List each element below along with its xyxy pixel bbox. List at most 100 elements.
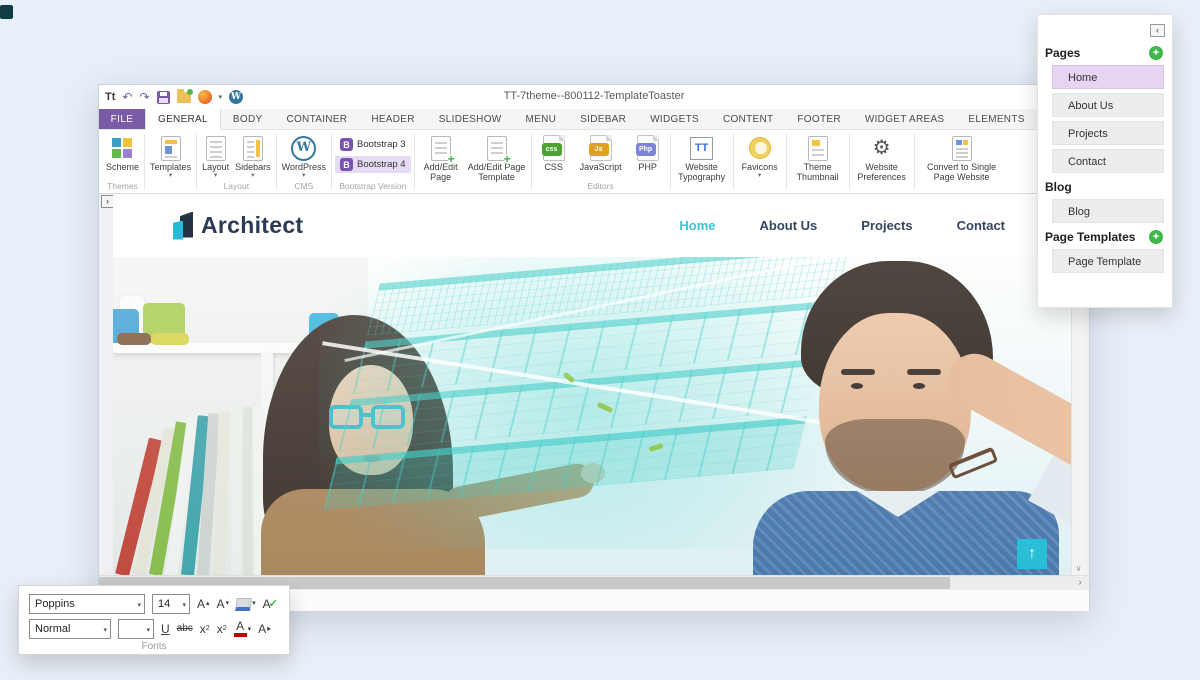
tab-file[interactable]: FILE bbox=[99, 109, 145, 129]
group-label-layout: Layout bbox=[200, 181, 273, 193]
subscript-button[interactable]: x2 bbox=[200, 622, 210, 636]
sidebars-icon bbox=[243, 136, 263, 161]
ribbon-group-themes: Scheme Themes bbox=[101, 131, 144, 193]
page-item-about-us[interactable]: About Us bbox=[1052, 93, 1164, 117]
nav-projects[interactable]: Projects bbox=[861, 218, 912, 233]
font-family-select[interactable]: Poppins ▾ bbox=[29, 594, 145, 614]
blog-section-header: Blog bbox=[1038, 177, 1172, 199]
page-item-page-template[interactable]: Page Template bbox=[1052, 249, 1164, 273]
tab-widgets[interactable]: WIDGETS bbox=[638, 109, 711, 129]
nav-about-us[interactable]: About Us bbox=[760, 218, 818, 233]
php-editor-button[interactable]: Php PHP bbox=[629, 133, 667, 172]
convert-page-icon bbox=[952, 136, 972, 161]
tab-sidebar[interactable]: SIDEBAR bbox=[568, 109, 638, 129]
hero-image: ↑ bbox=[113, 257, 1071, 575]
sidebars-button[interactable]: Sidebars ▾ bbox=[233, 133, 273, 178]
typography-icon: TT bbox=[690, 137, 713, 160]
dropdown-arrow-icon: ▾ bbox=[758, 173, 761, 178]
page-item-home[interactable]: Home bbox=[1052, 65, 1164, 89]
nav-contact[interactable]: Contact bbox=[957, 218, 1005, 233]
add-page-template-button[interactable]: + bbox=[1149, 230, 1163, 244]
bootstrap-icon: B bbox=[340, 138, 353, 151]
page-item-contact[interactable]: Contact bbox=[1052, 149, 1164, 173]
pages-section-title: Pages bbox=[1045, 46, 1080, 60]
ribbon-toolbar: Scheme Themes Templates ▾ bbox=[99, 130, 1089, 194]
shrink-font-button[interactable]: A▾ bbox=[217, 597, 230, 611]
ribbon-group-layout: Layout ▾ Sidebars ▾ Layout bbox=[197, 131, 276, 193]
tab-footer[interactable]: FOOTER bbox=[785, 109, 852, 129]
ribbon-tab-strip: FILE GENERAL BODY CONTAINER HEADER SLIDE… bbox=[99, 109, 1089, 130]
add-edit-page-template-button[interactable]: + Add/Edit Page Template bbox=[466, 133, 528, 182]
tab-body[interactable]: BODY bbox=[221, 109, 275, 129]
add-page-button[interactable]: + bbox=[1149, 46, 1163, 60]
scroll-to-top-button[interactable]: ↑ bbox=[1017, 539, 1047, 569]
templatetoaster-window: Tt ↶ ↷ ▾ W TT-7theme--800112-TemplateToa… bbox=[98, 84, 1090, 611]
group-label-editors: Editors bbox=[535, 181, 667, 193]
combo-dropdown-icon: ▾ bbox=[103, 626, 107, 634]
desktop-background: Tt ↶ ↷ ▾ W TT-7theme--800112-TemplateToa… bbox=[0, 0, 1200, 680]
titlebar: Tt ↶ ↷ ▾ W TT-7theme--800112-TemplateToa… bbox=[99, 85, 1089, 109]
php-file-icon: Php bbox=[637, 135, 659, 161]
change-case-button[interactable]: A▸ bbox=[258, 622, 271, 636]
javascript-editor-button[interactable]: Js JavaScript bbox=[575, 133, 627, 172]
tab-slideshow[interactable]: SLIDESHOW bbox=[427, 109, 514, 129]
tab-widget-areas[interactable]: WIDGET AREAS bbox=[853, 109, 957, 129]
font-size-select[interactable]: 14 ▾ bbox=[152, 594, 190, 614]
page-item-blog[interactable]: Blog bbox=[1052, 199, 1164, 223]
grow-font-button[interactable]: A▴ bbox=[197, 597, 210, 611]
ribbon-group-convert: Convert to Single Page Website bbox=[915, 131, 1009, 193]
templates-button[interactable]: Templates ▾ bbox=[148, 133, 193, 178]
highlight-color-button[interactable]: ▾ bbox=[236, 597, 256, 611]
add-template-icon: + bbox=[487, 136, 507, 161]
favicons-button[interactable]: Favicons ▾ bbox=[737, 133, 783, 178]
website-preview: Architect Home About Us Projects Contact bbox=[113, 194, 1071, 575]
wordpress-button[interactable]: W WordPress ▾ bbox=[280, 133, 328, 178]
paragraph-style-select[interactable]: Normal ▾ bbox=[29, 619, 111, 639]
pages-section-header: Pages + bbox=[1038, 43, 1172, 65]
ribbon-group-thumbnail: Theme Thumbnail bbox=[787, 131, 849, 193]
scheme-button[interactable]: Scheme bbox=[104, 133, 141, 172]
wordpress-icon: W bbox=[291, 136, 316, 161]
strikethrough-button[interactable]: abc bbox=[177, 622, 193, 636]
tab-menu[interactable]: MENU bbox=[514, 109, 569, 129]
theme-thumbnail-button[interactable]: Theme Thumbnail bbox=[790, 133, 846, 182]
ribbon-group-pages: + Add/Edit Page + Add/Edit Page Template bbox=[415, 131, 531, 193]
secondary-style-select[interactable]: ▾ bbox=[118, 619, 154, 639]
layout-button[interactable]: Layout ▾ bbox=[200, 133, 231, 178]
tab-general[interactable]: GENERAL bbox=[145, 109, 221, 130]
bootstrap3-button[interactable]: B Bootstrap 3 bbox=[335, 136, 411, 153]
ribbon-group-bootstrap: B Bootstrap 3 B Bootstrap 4 Bootstrap Ve… bbox=[332, 131, 414, 193]
convert-single-page-button[interactable]: Convert to Single Page Website bbox=[918, 133, 1006, 182]
tab-elements[interactable]: ELEMENTS bbox=[956, 109, 1036, 129]
superscript-button[interactable]: x2 bbox=[217, 622, 227, 636]
tab-header[interactable]: HEADER bbox=[359, 109, 426, 129]
building-logo-icon bbox=[171, 212, 195, 240]
tab-content[interactable]: CONTENT bbox=[711, 109, 785, 129]
add-edit-page-button[interactable]: + Add/Edit Page bbox=[418, 133, 464, 182]
font-color-button[interactable]: A ▾ bbox=[234, 621, 252, 637]
nav-home[interactable]: Home bbox=[679, 218, 715, 233]
group-label-themes: Themes bbox=[104, 181, 141, 193]
corner-artifact bbox=[0, 5, 13, 19]
tab-container[interactable]: CONTAINER bbox=[274, 109, 359, 129]
favicon-icon bbox=[749, 137, 771, 159]
collapse-panel-button[interactable]: ‹ bbox=[1150, 24, 1165, 37]
underline-button[interactable]: U bbox=[161, 622, 170, 636]
ribbon-group-cms: W WordPress ▾ CMS bbox=[277, 131, 331, 193]
highlight-icon bbox=[235, 598, 252, 611]
combo-dropdown-icon: ▾ bbox=[146, 626, 150, 634]
scrollbar-right-icon[interactable]: › bbox=[1073, 576, 1087, 590]
css-editor-button[interactable]: css CSS bbox=[535, 133, 573, 172]
page-item-projects[interactable]: Projects bbox=[1052, 121, 1164, 145]
autocorrect-button[interactable]: A✓ bbox=[263, 597, 278, 611]
website-typography-button[interactable]: TT Website Typography bbox=[674, 133, 730, 182]
dropdown-arrow-icon: ▾ bbox=[169, 173, 172, 178]
website-preferences-button[interactable]: ⚙ Website Preferences bbox=[853, 133, 911, 182]
scrollbar-down-icon[interactable]: ∨ bbox=[1072, 564, 1085, 573]
bootstrap4-button[interactable]: B Bootstrap 4 bbox=[335, 156, 411, 173]
site-logo[interactable]: Architect bbox=[171, 212, 303, 240]
thumbnail-icon bbox=[808, 136, 828, 161]
group-label-cms: CMS bbox=[280, 181, 328, 193]
check-icon: ✓ bbox=[269, 597, 278, 611]
dropdown-arrow-icon: ▾ bbox=[251, 173, 254, 178]
